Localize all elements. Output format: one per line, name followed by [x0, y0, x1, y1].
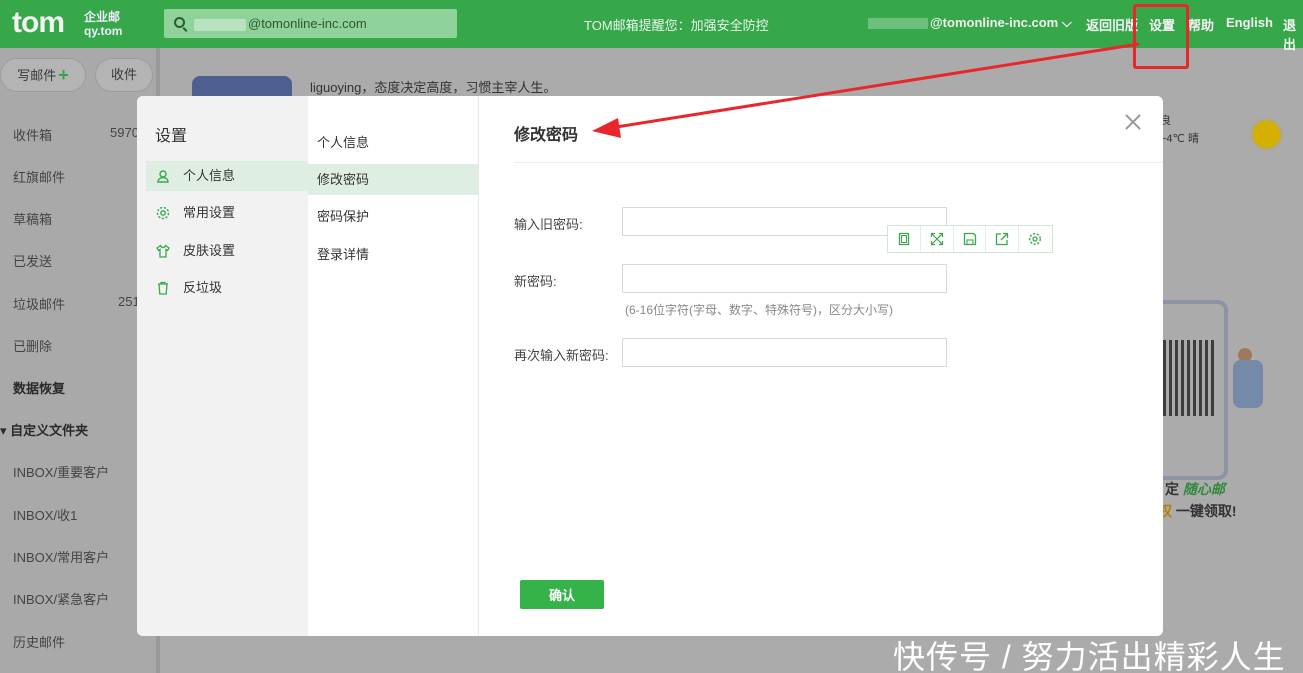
annotation-arrow: [592, 42, 1140, 138]
watermark: 快传号 / 努力活出精彩人生: [893, 639, 1286, 673]
